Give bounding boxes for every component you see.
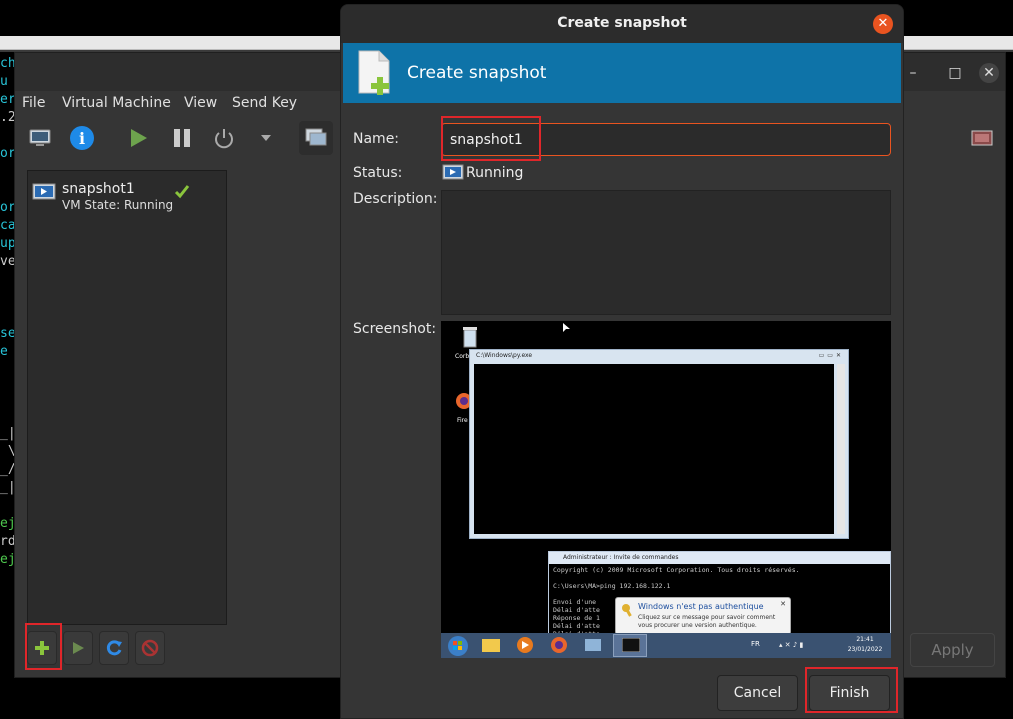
start-icon	[448, 636, 468, 656]
close-icon: ✕	[780, 600, 786, 608]
cancel-button[interactable]: Cancel	[717, 675, 798, 711]
screenshot-label: Screenshot:	[353, 321, 437, 337]
snapshot-name: snapshot1	[62, 181, 135, 197]
fullscreen-icon[interactable]	[965, 121, 999, 155]
notification-body: Cliquez sur ce message pour savoir comme…	[638, 614, 776, 629]
snapshot-state: VM State: Running	[62, 198, 174, 212]
dialog-titlebar: Create snapshot ✕	[341, 5, 903, 43]
window-title: C:\Windows\py.exe	[476, 352, 533, 359]
desktop-icon-label: Corb	[455, 353, 470, 360]
apply-button[interactable]: Apply	[910, 633, 995, 667]
py-console-window: C:\Windows\py.exe ▭▭✕	[469, 349, 849, 539]
menu-view[interactable]: View	[184, 95, 217, 111]
keys-icon	[622, 604, 632, 617]
clock-date: 23/01/2022	[847, 646, 883, 653]
console-body	[474, 364, 834, 534]
delete-snapshot-button[interactable]	[135, 631, 165, 665]
chevron-down-icon[interactable]	[249, 121, 283, 155]
cmd-taskbar-item	[613, 634, 647, 657]
checkmark-icon	[174, 185, 190, 199]
close-icon[interactable]: ✕	[979, 63, 999, 83]
firefox-icon	[551, 637, 567, 653]
terminal-fragment: u	[0, 74, 8, 89]
dialog-title: Create snapshot	[557, 15, 687, 31]
menu-file[interactable]: File	[22, 95, 45, 111]
vm-running-icon	[32, 183, 56, 200]
banner-title: Create snapshot	[407, 63, 547, 83]
shutdown-icon[interactable]	[207, 121, 241, 155]
folder-icon	[482, 639, 500, 652]
maximize-icon[interactable]: □	[945, 63, 965, 83]
finish-button[interactable]: Finish	[809, 675, 890, 711]
activation-notification: Windows n'est pas authentique Cliquez su…	[615, 597, 791, 635]
tray-icons: ▴ ✕ ♪ ▮	[779, 641, 804, 649]
pause-icon[interactable]	[165, 121, 199, 155]
svg-text:i: i	[79, 129, 85, 148]
name-field[interactable]	[441, 123, 891, 156]
details-icon[interactable]: i	[65, 121, 99, 155]
snapshot-list-item[interactable]: snapshot1 VM State: Running	[28, 177, 226, 217]
desktop-icon-label: Fire	[457, 417, 468, 424]
menu-virtual-machine[interactable]: Virtual Machine	[62, 95, 171, 111]
notification-title: Windows n'est pas authentique	[638, 602, 764, 611]
window-controls: ▭▭✕	[818, 352, 844, 359]
status-label: Status:	[353, 165, 403, 181]
clock-time: 21:41	[856, 636, 874, 643]
create-snapshot-dialog: Create snapshot ✕ Create snapshot Name: …	[340, 4, 904, 719]
media-player-icon	[517, 637, 533, 653]
description-label: Description:	[353, 191, 438, 207]
terminal-fragment: e	[0, 344, 8, 359]
language-indicator: FR	[751, 640, 760, 648]
vm-screenshot: Corb Fire C:\Windows\py.exe ▭▭✕ Administ…	[441, 321, 891, 658]
plus-icon	[35, 641, 49, 655]
minimize-icon[interactable]: –	[903, 63, 923, 83]
network-icon	[585, 639, 601, 651]
scrollbar	[837, 364, 845, 534]
console-icon[interactable]	[23, 121, 57, 155]
snapshot-list: snapshot1 VM State: Running	[27, 170, 227, 625]
windows-taskbar: FR ▴ ✕ ♪ ▮ 21:41 23/01/2022	[441, 633, 891, 658]
new-snapshot-icon	[358, 50, 390, 95]
window-title: Administrateur : Invite de commandes	[549, 552, 890, 564]
refresh-snapshot-button[interactable]	[99, 631, 129, 665]
dialog-banner: Create snapshot	[343, 43, 901, 103]
menu-send-key[interactable]: Send Key	[232, 95, 297, 111]
recycle-bin-icon	[463, 327, 477, 348]
close-icon[interactable]: ✕	[873, 14, 893, 34]
run-snapshot-button[interactable]	[63, 631, 93, 665]
name-label: Name:	[353, 131, 400, 147]
vm-running-icon	[442, 164, 464, 180]
snapshots-icon[interactable]	[299, 121, 333, 155]
cursor-icon	[563, 321, 570, 332]
play-icon	[73, 642, 84, 654]
status-value: Running	[466, 165, 524, 181]
run-icon[interactable]	[121, 121, 155, 155]
refresh-icon	[106, 640, 122, 656]
add-snapshot-button[interactable]	[27, 631, 57, 665]
description-textarea[interactable]	[441, 190, 891, 315]
delete-icon	[141, 639, 159, 657]
